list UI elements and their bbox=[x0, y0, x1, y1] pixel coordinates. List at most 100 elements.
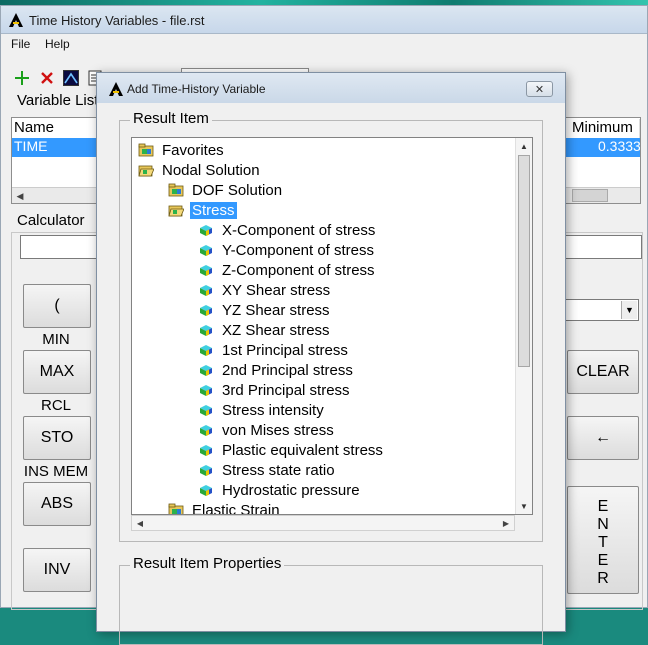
tree-item[interactable]: XY Shear stress bbox=[198, 280, 332, 300]
tree-item[interactable]: Y-Component of stress bbox=[198, 240, 376, 260]
scroll-left-icon[interactable]: ◀ bbox=[132, 516, 148, 530]
menu-help[interactable]: Help bbox=[45, 37, 70, 51]
graph-button[interactable] bbox=[61, 68, 81, 88]
tree-item-label: X-Component of stress bbox=[222, 221, 376, 239]
tree-item[interactable]: Stress intensity bbox=[198, 400, 326, 420]
result-cube-icon bbox=[198, 463, 214, 477]
tree-item[interactable]: YZ Shear stress bbox=[198, 300, 332, 320]
tree-item-label: XY Shear stress bbox=[222, 281, 331, 299]
tree-item-label: Plastic equivalent stress bbox=[222, 441, 383, 459]
enter-button[interactable]: E N T E R bbox=[567, 486, 639, 594]
add-icon bbox=[15, 71, 29, 85]
tree-item[interactable]: Stress bbox=[168, 200, 237, 220]
result-cube-icon bbox=[198, 323, 214, 337]
tree-item[interactable]: 2nd Principal stress bbox=[198, 360, 355, 380]
result-cube-icon bbox=[198, 263, 214, 277]
scroll-thumb[interactable] bbox=[518, 155, 530, 367]
tree-item[interactable]: Plastic equivalent stress bbox=[198, 440, 385, 460]
tree-item-label: YZ Shear stress bbox=[222, 301, 330, 319]
tree-item[interactable]: Z-Component of stress bbox=[198, 260, 377, 280]
tree-item-label: Stress bbox=[190, 201, 237, 219]
menu-file[interactable]: File bbox=[11, 37, 30, 51]
tree-item[interactable]: von Mises stress bbox=[198, 420, 336, 440]
rcl-label: RCL bbox=[40, 397, 71, 414]
result-cube-icon bbox=[198, 443, 214, 457]
close-button[interactable]: ✕ bbox=[526, 81, 553, 97]
result-cube-icon bbox=[198, 403, 214, 417]
tree-item-label: Hydrostatic pressure bbox=[222, 481, 360, 499]
dialog-title-bar: Add Time-History Variable ✕ bbox=[97, 73, 565, 103]
result-cube-icon bbox=[198, 243, 214, 257]
scroll-left-icon[interactable]: ◀ bbox=[13, 189, 27, 203]
delete-icon bbox=[41, 72, 53, 84]
tree-item-label: 3rd Principal stress bbox=[222, 381, 350, 399]
tree-item[interactable]: 3rd Principal stress bbox=[198, 380, 352, 400]
folder-icon bbox=[168, 183, 184, 197]
add-variable-button[interactable] bbox=[12, 68, 32, 88]
row-minimum-cell: 0.333333 bbox=[598, 138, 640, 154]
result-cube-icon bbox=[198, 363, 214, 377]
result-cube-icon bbox=[198, 303, 214, 317]
result-cube-icon bbox=[198, 423, 214, 437]
variable-list-label: Variable List bbox=[15, 92, 101, 109]
tree-item-label: 2nd Principal stress bbox=[222, 361, 353, 379]
ansys-logo-icon bbox=[9, 13, 23, 27]
menu-bar: File Help bbox=[1, 35, 647, 55]
dialog-title: Add Time-History Variable bbox=[127, 82, 266, 96]
graph-icon bbox=[63, 70, 79, 86]
calculator-label: Calculator bbox=[15, 212, 87, 229]
column-header-minimum[interactable]: Minimum bbox=[570, 119, 640, 138]
vertical-scrollbar[interactable]: ▲ ▼ bbox=[515, 138, 532, 514]
max-button[interactable]: MAX bbox=[23, 350, 91, 394]
tree-item[interactable]: DOF Solution bbox=[168, 180, 284, 200]
delete-variable-button[interactable] bbox=[37, 68, 57, 88]
sto-button[interactable]: STO bbox=[23, 416, 91, 460]
result-cube-icon bbox=[198, 223, 214, 237]
tree-item[interactable]: X-Component of stress bbox=[198, 220, 377, 240]
function-combo[interactable]: ▼ bbox=[563, 299, 639, 321]
tree-item[interactable]: Stress state ratio bbox=[198, 460, 337, 480]
tree-item-label: Elastic Strain bbox=[192, 501, 280, 515]
abs-button[interactable]: ABS bbox=[23, 482, 91, 526]
folder-open-icon bbox=[168, 203, 185, 217]
result-item-properties-label: Result Item Properties bbox=[130, 555, 285, 572]
scroll-up-icon[interactable]: ▲ bbox=[516, 138, 532, 154]
tree-item-label: Stress state ratio bbox=[222, 461, 335, 479]
scroll-thumb[interactable] bbox=[572, 189, 608, 202]
chevron-down-icon[interactable]: ▼ bbox=[621, 301, 637, 319]
tree-item-label: Favorites bbox=[162, 141, 224, 159]
folder-icon bbox=[168, 503, 184, 514]
clear-button[interactable]: CLEAR bbox=[567, 350, 639, 394]
backspace-button[interactable]: ← bbox=[567, 416, 639, 460]
result-item-label: Result Item bbox=[130, 110, 212, 127]
close-icon: ✕ bbox=[534, 83, 545, 96]
tree-item[interactable]: XZ Shear stress bbox=[198, 320, 332, 340]
tree-item[interactable]: Favorites bbox=[138, 140, 226, 160]
add-variable-dialog: Add Time-History Variable ✕ Result Item … bbox=[96, 72, 566, 645]
open-paren-button[interactable]: ( bbox=[23, 284, 91, 328]
scroll-right-icon[interactable]: ▶ bbox=[498, 516, 514, 530]
tree-item[interactable]: Nodal Solution bbox=[138, 160, 262, 180]
result-cube-icon bbox=[198, 343, 214, 357]
inv-button[interactable]: INV bbox=[23, 548, 91, 592]
tree-item[interactable]: Elastic Strain bbox=[168, 500, 282, 515]
tree-item-label: Nodal Solution bbox=[162, 161, 260, 179]
title-bar: Time History Variables - file.rst bbox=[1, 6, 647, 34]
tree-item[interactable]: 1st Principal stress bbox=[198, 340, 350, 360]
tree-item-label: Z-Component of stress bbox=[222, 261, 375, 279]
tree-item[interactable]: Hydrostatic pressure bbox=[198, 480, 362, 500]
result-tree: Favorites Nodal Solution DOF Solution Stres… bbox=[131, 137, 533, 515]
column-header-name[interactable]: Name bbox=[12, 119, 107, 138]
tree-horizontal-scrollbar[interactable]: ◀ ▶ bbox=[131, 515, 515, 531]
ansys-logo-icon bbox=[109, 82, 123, 96]
min-label: MIN bbox=[42, 331, 70, 348]
tree-item-label: von Mises stress bbox=[222, 421, 334, 439]
folder-icon bbox=[138, 143, 154, 157]
enter-label: E N T E R bbox=[597, 498, 609, 587]
result-cube-icon bbox=[198, 383, 214, 397]
result-item-properties-group bbox=[119, 565, 543, 645]
scroll-down-icon[interactable]: ▼ bbox=[516, 498, 532, 514]
result-cube-icon bbox=[198, 483, 214, 497]
folder-open-icon bbox=[138, 163, 155, 177]
tree-item-label: Stress intensity bbox=[222, 401, 324, 419]
